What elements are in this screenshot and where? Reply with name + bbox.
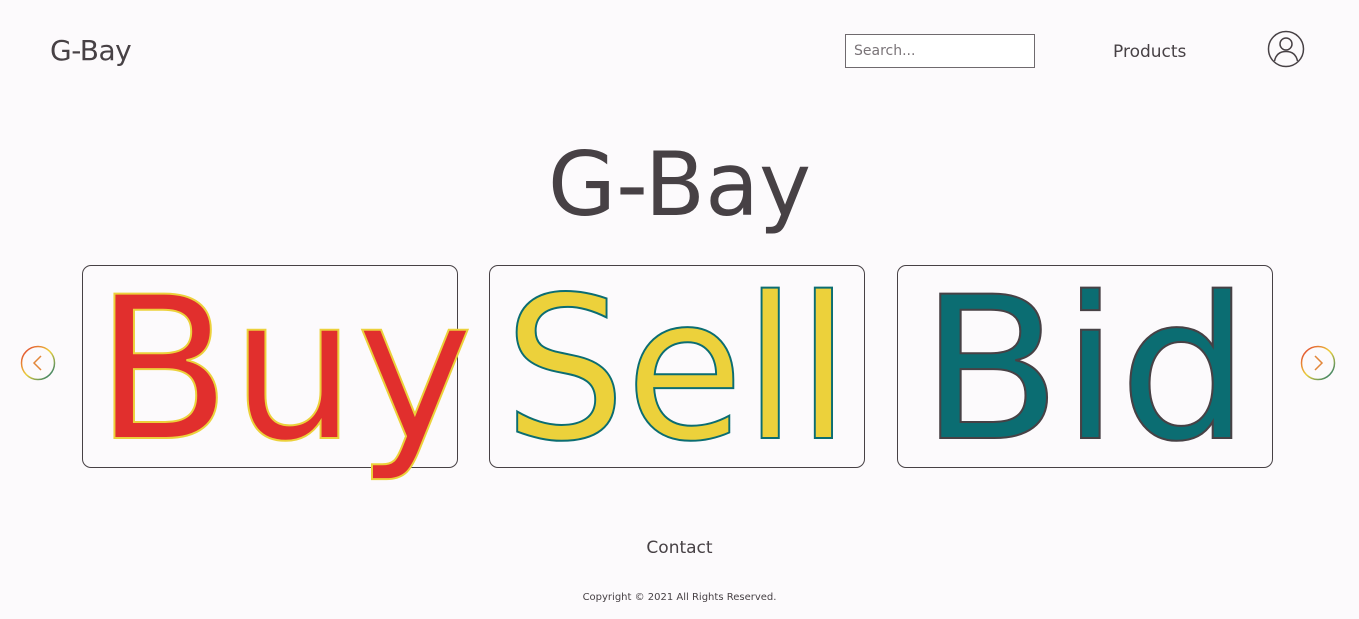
card-bid-word: Bid [920,254,1250,485]
hero-title: G-Bay [547,133,812,236]
card-sell[interactable]: Sell [489,253,865,486]
carousel-next-button[interactable] [1300,345,1336,381]
account-button[interactable] [1267,30,1305,68]
carousel-prev-button[interactable] [20,345,56,381]
search-input[interactable] [845,34,1035,68]
chevron-left-icon [20,345,56,381]
card-buy[interactable]: Buy [82,253,475,486]
nav-products-link[interactable]: Products [1113,42,1186,62]
card-sell-graphic: Sell [503,253,851,486]
chevron-right-icon [1300,345,1336,381]
card-buy-word: Buy [95,254,474,485]
site-footer: Contact Copyright © 2021 All Rights Rese… [0,508,1359,619]
card-bid-graphic: Bid [919,253,1251,486]
brand-logo[interactable]: G-Bay [50,34,132,67]
site-header: G-Bay Products [0,0,1359,108]
card-bid[interactable]: Bid [897,253,1273,486]
card-sell-word: Sell [504,254,850,485]
contact-link[interactable]: Contact [0,538,1359,558]
copyright-text: Copyright © 2021 All Rights Reserved. [582,592,777,603]
card-buy-graphic: Buy [94,253,475,486]
hero-section: G-Bay Buy Sell Bid [0,122,1359,492]
user-icon [1267,30,1305,68]
